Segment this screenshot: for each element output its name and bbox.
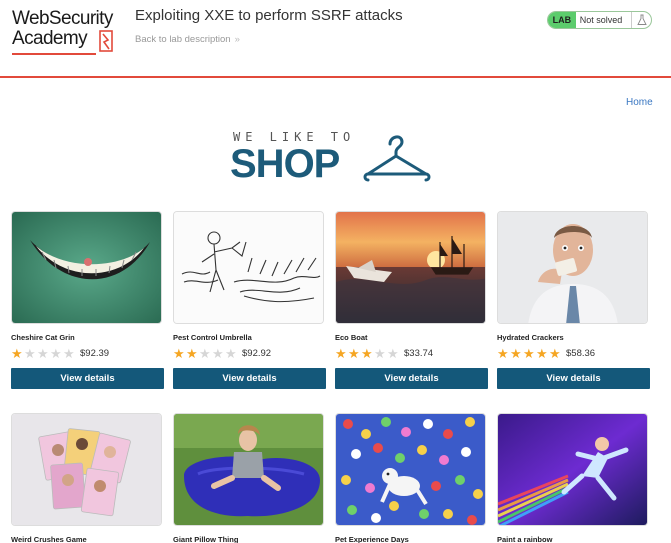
view-details-button[interactable]: View details <box>173 368 326 389</box>
star-icon: ★ <box>361 345 373 361</box>
lab-badge: LAB <box>548 12 576 28</box>
star-icon: ★ <box>549 345 561 361</box>
back-to-description-link[interactable]: Back to lab description» <box>135 34 240 45</box>
back-link-label: Back to lab description <box>135 34 231 45</box>
product-name: Hydrated Crackers <box>497 333 564 342</box>
star-rating: ★ ★ ★ ★ ★ <box>11 347 76 360</box>
banner-title: SHOP <box>230 142 340 186</box>
product-card: Hydrated Crackers ★ ★ ★ ★ ★ $58.36 View deta… <box>497 211 650 389</box>
product-price: $92.39 <box>80 347 110 359</box>
product-image-hydrated-crackers[interactable] <box>497 211 648 324</box>
star-icon: ★ <box>374 345 386 361</box>
view-details-button[interactable]: View details <box>335 368 488 389</box>
product-card: Pet Experience Days <box>335 413 488 543</box>
product-name: Paint a rainbow <box>497 535 553 543</box>
lab-title: Exploiting XXE to perform SSRF attacks <box>135 7 403 24</box>
product-card: Giant Pillow Thing <box>173 413 326 543</box>
star-rating: ★ ★ ★ ★ ★ <box>497 347 562 360</box>
product-price: $58.36 <box>566 347 596 359</box>
product-name: Weird Crushes Game <box>11 535 87 543</box>
star-icon: ★ <box>24 345 36 361</box>
star-icon: ★ <box>186 345 198 361</box>
product-name: Pest Control Umbrella <box>173 333 252 342</box>
product-card: Weird Crushes Game <box>11 413 164 543</box>
star-icon: ★ <box>173 345 185 361</box>
star-icon: ★ <box>348 345 360 361</box>
product-name: Cheshire Cat Grin <box>11 333 75 342</box>
star-icon: ★ <box>63 345 75 361</box>
product-name: Eco Boat <box>335 333 368 342</box>
home-link[interactable]: Home <box>626 97 653 108</box>
product-image-pest-control-umbrella[interactable] <box>173 211 324 324</box>
star-rating: ★ ★ ★ ★ ★ <box>173 347 238 360</box>
academy-logo[interactable]: WebSecurity Academy <box>12 8 128 55</box>
shop-banner: WE LIKE TO SHOP <box>230 130 435 188</box>
lab-status-text: Not solved <box>579 15 623 25</box>
star-icon: ★ <box>11 345 23 361</box>
logo-line-1: WebSecurity <box>12 8 113 29</box>
view-details-button[interactable]: View details <box>11 368 164 389</box>
product-price: $92.92 <box>242 347 272 359</box>
chevron-right-icon: » <box>234 34 240 45</box>
product-price: $33.74 <box>404 347 434 359</box>
star-icon: ★ <box>387 345 399 361</box>
star-icon: ★ <box>523 345 535 361</box>
star-icon: ★ <box>510 345 522 361</box>
product-image-pet-experience-days[interactable] <box>335 413 486 526</box>
star-icon: ★ <box>225 345 237 361</box>
product-image-paint-a-rainbow[interactable] <box>497 413 648 526</box>
star-icon: ★ <box>497 345 509 361</box>
product-card: Paint a rainbow <box>497 413 650 543</box>
star-icon: ★ <box>50 345 62 361</box>
logo-underline <box>12 53 96 55</box>
star-icon: ★ <box>536 345 548 361</box>
star-icon: ★ <box>37 345 49 361</box>
flask-icon <box>631 12 651 28</box>
star-rating: ★ ★ ★ ★ ★ <box>335 347 400 360</box>
product-image-giant-pillow-thing[interactable] <box>173 413 324 526</box>
logo-line-2: Academy <box>12 28 88 49</box>
product-name: Pet Experience Days <box>335 535 409 543</box>
product-image-eco-boat[interactable] <box>335 211 486 324</box>
star-icon: ★ <box>212 345 224 361</box>
star-icon: ★ <box>199 345 211 361</box>
product-name: Giant Pillow Thing <box>173 535 239 543</box>
product-card: Cheshire Cat Grin ★ ★ ★ ★ ★ $92.39 View deta… <box>11 211 164 389</box>
lab-status-widget: LAB Not solved <box>547 11 652 29</box>
star-icon: ★ <box>335 345 347 361</box>
lab-header: WebSecurity Academy Exploiting XXE to pe… <box>0 0 671 78</box>
view-details-button[interactable]: View details <box>497 368 650 389</box>
product-image-weird-crushes-game[interactable] <box>11 413 162 526</box>
product-card: Eco Boat ★ ★ ★ ★ ★ $33.74 View details <box>335 211 488 389</box>
hanger-icon <box>363 135 431 182</box>
product-image-cheshire-cat-grin[interactable] <box>11 211 162 324</box>
product-card: Pest Control Umbrella ★ ★ ★ ★ ★ $92.92 View … <box>173 211 326 389</box>
logo-mark-icon <box>99 30 113 52</box>
